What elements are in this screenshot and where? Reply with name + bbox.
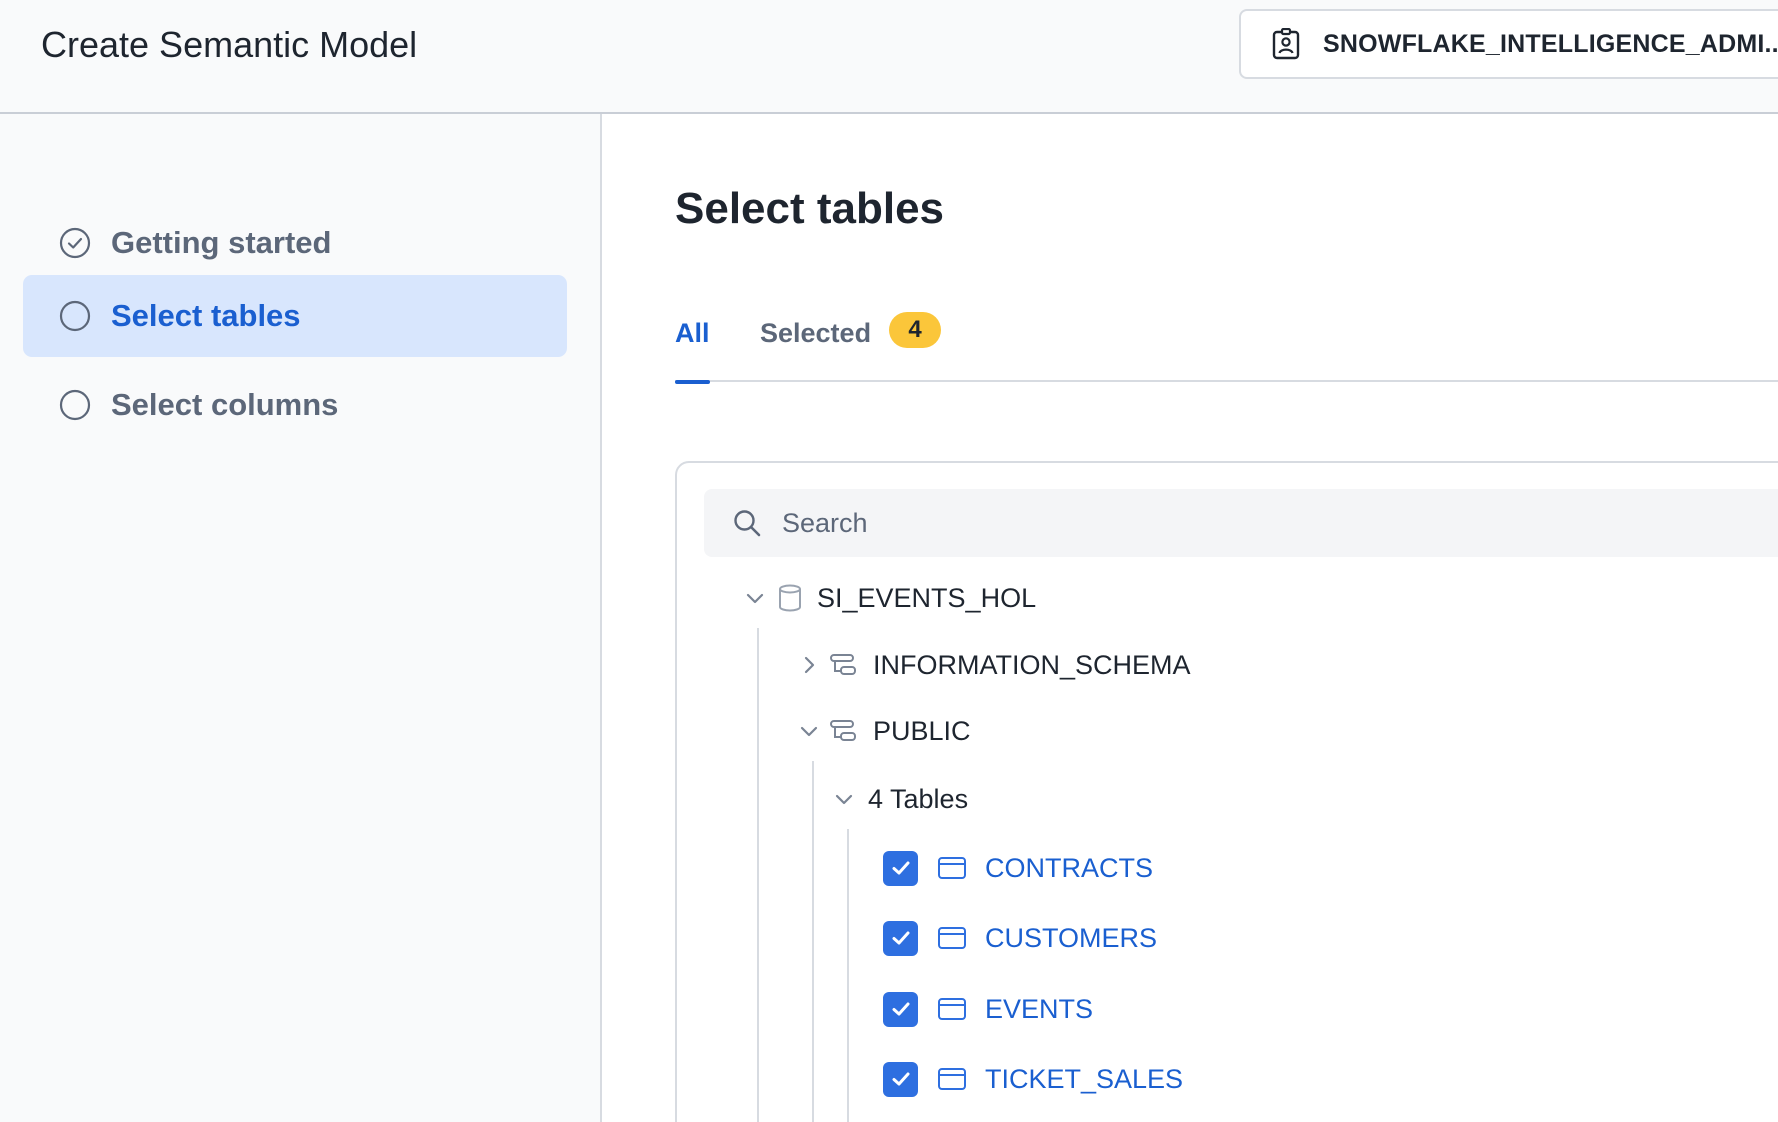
main-content: Select tables All Selected 4 Search SI_E… xyxy=(604,114,1778,1122)
search-input[interactable] xyxy=(782,507,1682,539)
schema-icon xyxy=(829,653,857,677)
role-selector-button[interactable]: SNOWFLAKE_INTELLIGENCE_ADMI... xyxy=(1239,9,1778,79)
table-icon xyxy=(937,1067,967,1091)
checkbox-checked[interactable] xyxy=(883,991,918,1027)
table-picker-panel: SI_EVENTS_HOL INFORMATION_SCHEMA xyxy=(675,461,1778,1122)
tree-node-tables-group[interactable]: 4 Tables xyxy=(832,777,968,821)
tab-selected-label: Selected xyxy=(760,318,872,348)
chevron-down-icon[interactable] xyxy=(832,787,856,811)
selected-count-badge: 4 xyxy=(889,312,942,348)
tab-bar: All Selected 4 xyxy=(675,294,1778,384)
role-name: SNOWFLAKE_INTELLIGENCE_ADMI... xyxy=(1323,29,1778,58)
table-row-customers[interactable]: CUSTOMERS xyxy=(883,916,1157,960)
page-header-title: Create Semantic Model xyxy=(41,24,418,65)
table-row-events[interactable]: EVENTS xyxy=(883,987,1093,1031)
tree-guide-line xyxy=(757,628,759,1122)
search-box[interactable] xyxy=(704,489,1778,557)
schema-icon xyxy=(829,719,857,743)
table-icon xyxy=(937,856,967,880)
table-name[interactable]: CONTRACTS xyxy=(985,853,1153,884)
checkbox-checked[interactable] xyxy=(883,1061,918,1097)
circle-icon xyxy=(59,300,91,332)
chevron-down-icon[interactable] xyxy=(797,719,821,743)
schema-name: PUBLIC xyxy=(873,715,971,746)
tab-selected[interactable]: Selected 4 xyxy=(760,312,942,382)
table-name[interactable]: CUSTOMERS xyxy=(985,923,1157,954)
step-label: Getting started xyxy=(111,225,332,260)
tree-guide-line xyxy=(847,829,849,1122)
step-label: Select tables xyxy=(111,298,301,333)
top-header: Create Semantic Model SNOWFLAKE_INTELLIG… xyxy=(0,0,1778,114)
table-row-ticket-sales[interactable]: TICKET_SALES xyxy=(883,1057,1183,1101)
tree-node-schema-information[interactable]: INFORMATION_SCHEMA xyxy=(797,643,1191,687)
table-icon xyxy=(937,926,967,950)
tree-node-database[interactable]: SI_EVENTS_HOL xyxy=(743,576,1036,620)
user-badge-icon xyxy=(1271,28,1301,60)
tree-node-schema-public[interactable]: PUBLIC xyxy=(797,709,971,753)
database-icon xyxy=(777,584,803,612)
database-name: SI_EVENTS_HOL xyxy=(817,582,1037,613)
check-circle-icon xyxy=(59,227,91,259)
table-icon xyxy=(937,997,967,1021)
section-title: Select tables xyxy=(675,184,945,233)
schema-name: INFORMATION_SCHEMA xyxy=(873,649,1191,680)
tab-all-label: All xyxy=(675,318,710,348)
table-name[interactable]: EVENTS xyxy=(985,994,1093,1025)
table-row-contracts[interactable]: CONTRACTS xyxy=(883,846,1153,890)
step-select-tables[interactable]: Select tables xyxy=(23,275,567,357)
step-select-columns[interactable]: Select columns xyxy=(23,364,567,446)
checkbox-checked[interactable] xyxy=(883,850,918,886)
search-icon xyxy=(734,510,761,537)
step-label: Select columns xyxy=(111,387,339,422)
table-name[interactable]: TICKET_SALES xyxy=(985,1064,1183,1095)
tables-group-label: 4 Tables xyxy=(868,783,969,814)
tree-guide-line xyxy=(812,761,814,1122)
chevron-right-icon[interactable] xyxy=(797,653,821,677)
step-getting-started[interactable]: Getting started xyxy=(23,202,567,284)
circle-icon xyxy=(59,389,91,421)
checkbox-checked[interactable] xyxy=(883,920,918,956)
wizard-sidebar: Getting started Select tables Select col… xyxy=(0,114,602,1122)
chevron-down-icon[interactable] xyxy=(743,586,767,610)
tab-all[interactable]: All xyxy=(675,318,710,384)
